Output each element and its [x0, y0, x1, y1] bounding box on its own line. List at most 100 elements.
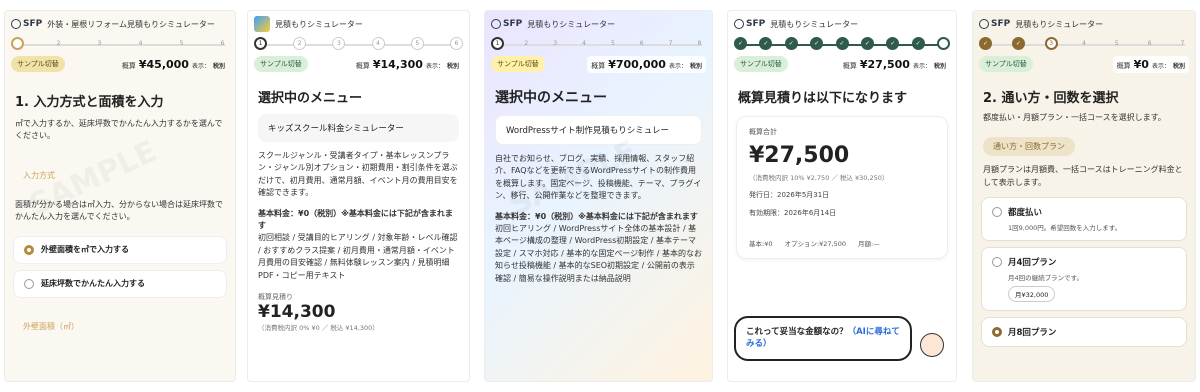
radio-icon[interactable] [992, 257, 1002, 268]
sample-switch-button[interactable]: サンプル切替 [254, 56, 308, 72]
step-progress: 1 2 3 4 5 6 7 8 [491, 37, 706, 53]
app-title: 見積もりシミュレーター [770, 19, 859, 29]
app-title: 見積もりシミュレーター [1015, 19, 1104, 29]
app-header: SFP 外装・屋根リフォーム見積もりシミュレーター [5, 11, 235, 37]
sample-switch-button[interactable]: サンプル切替 [11, 56, 65, 72]
radio-selected-icon[interactable] [24, 244, 34, 255]
app-title: 見積もりシミュレーター [275, 19, 363, 29]
step-5[interactable]: 5 [606, 37, 619, 50]
tax-breakdown: （消費税内訳 10% ¥2,750 ／ 税込 ¥30,250） [749, 174, 889, 182]
step-done-check-icon[interactable]: ✓ [911, 37, 925, 50]
sample-switch-button[interactable]: サンプル切替 [734, 56, 788, 72]
step-done-check-icon[interactable]: ✓ [810, 37, 824, 50]
sample-switch-button[interactable]: サンプル切替 [979, 56, 1033, 72]
step-1[interactable] [11, 37, 24, 50]
step-6[interactable]: 6 [1143, 37, 1156, 50]
step-done-check-icon[interactable]: ✓ [734, 37, 747, 50]
page-heading: 1. 入力方式と面積を入力 [15, 95, 164, 110]
step-2[interactable]: 2 [52, 37, 65, 50]
price-summary: 概算 ¥700,000 表示： 税別 [587, 55, 706, 73]
step-done-check-icon[interactable]: ✓ [860, 37, 874, 50]
step-done-check-icon[interactable]: ✓ [886, 37, 900, 50]
page-heading: 選択中のメニュー [258, 91, 363, 106]
plan-option-monthly-4[interactable]: 月4回プラン 月4回の継続プランです。 月¥32,000 [981, 247, 1187, 312]
step-progress: ✓ ✓ ✓ ✓ ✓ ✓ ✓ ✓ [734, 37, 950, 53]
radio-icon[interactable] [24, 278, 34, 289]
mascot-face-icon[interactable] [920, 333, 944, 357]
sfp-logo: SFP [491, 19, 522, 29]
price-summary: 概算 ¥27,500 表示： 税別 [838, 55, 950, 73]
sfp-logo: SFP [11, 19, 42, 29]
step-3[interactable]: 3 [1044, 37, 1058, 50]
step-progress: 2 3 4 5 6 [11, 37, 229, 53]
screenshot-panel-5: SFP 見積もりシミュレーター ✓ ✓ 3 4 5 6 7 サンプル切替 概算 ¥… [972, 10, 1196, 382]
step-4[interactable]: 4 [578, 37, 591, 50]
section-tag-input-method: 入力方式 [23, 170, 55, 180]
price-summary: 概算 ¥45,000 表示： 税別 [121, 57, 225, 71]
intro-text: 都度払い・月額プラン・一括コースを選択します。 [983, 113, 1166, 122]
step-8[interactable]: 8 [693, 37, 706, 50]
step-3[interactable]: 3 [93, 37, 106, 50]
step-done-check-icon[interactable]: ✓ [979, 37, 992, 50]
step-6[interactable]: 6 [635, 37, 648, 50]
step-4[interactable]: 4 [1077, 37, 1090, 50]
plan-option-per-visit[interactable]: 都度払い 1回9,000円。希望回数を入力します。 [981, 197, 1187, 242]
selected-menu-card: WordPressサイト制作見積もりシミュレー [495, 115, 702, 145]
step-5[interactable]: 5 [175, 37, 188, 50]
sfp-logo: SFP [734, 19, 765, 29]
estimate-result-card: 概算合計 ¥27,500 （消費税内訳 10% ¥2,750 ／ 税込 ¥30,… [736, 116, 948, 259]
selected-menu-card: キッズスクール料金シミュレーター [258, 114, 459, 142]
included-items: 初回相談 / 受講目的ヒアリング / 対象年齢・レベル確認 / おすすめクラス提… [258, 233, 458, 280]
base-price-text: 基本料金：¥0（税別）※基本料金には下記が含まれます [495, 211, 698, 221]
step-current[interactable] [937, 37, 950, 50]
sample-switch-button[interactable]: サンプル切替 [491, 56, 545, 72]
step-progress: ✓ ✓ 3 4 5 6 7 [979, 37, 1189, 53]
included-items: 初回ヒアリング / WordPressサイト全体の基本設計 / 基本ページ構成の… [495, 223, 702, 283]
ai-ask-bubble[interactable]: これって妥当な金額なの？（AIに尋ねてみる） [734, 315, 912, 361]
radio-icon[interactable] [992, 207, 1002, 218]
base-price-text: 基本料金：¥0（税別）※基本料金には下記が含まれます [258, 208, 453, 230]
step-2[interactable]: 2 [293, 37, 307, 50]
step-4[interactable]: 4 [371, 37, 385, 50]
step-2[interactable]: 2 [520, 37, 533, 50]
estimate-label: 概算見積り [258, 292, 293, 301]
step-3[interactable]: 3 [332, 37, 346, 50]
plan-option-monthly-8[interactable]: 月8回プラン [981, 317, 1187, 348]
tax-breakdown: （消費税内訳 0% ¥0 ／ 税込 ¥14,300） [258, 323, 379, 332]
step-6[interactable]: 6 [216, 37, 229, 50]
total-label: 概算合計 [749, 128, 777, 136]
section-tag-wall-area: 外壁面積（㎡） [23, 321, 79, 331]
screenshot-panel-1: SAMPLE SFP 外装・屋根リフォーム見積もりシミュレーター 2 3 4 5… [4, 10, 236, 382]
screenshot-panel-4: SFP 見積もりシミュレーター ✓ ✓ ✓ ✓ ✓ ✓ ✓ ✓ サンプル切替 概… [727, 10, 957, 382]
screenshot-panel-3: SAMPLE SFP 見積もりシミュレーター 1 2 3 4 5 6 7 8 サ… [484, 10, 713, 382]
step-5[interactable]: 5 [1110, 37, 1123, 50]
step-done-check-icon[interactable]: ✓ [1011, 37, 1025, 50]
expiry-date: 有効期限：2026年6月14日 [749, 209, 837, 217]
menu-description: スクールジャンル・受講者タイプ・基本レッスンプラン・ジャンル別オプション・初期費… [258, 151, 458, 198]
step-done-check-icon[interactable]: ✓ [835, 37, 849, 50]
page-heading: 2. 通い方・回数を選択 [983, 91, 1119, 106]
issue-date: 発行日：2026年5月31日 [749, 191, 830, 199]
app-header: SFP 見積もりシミュレーター [485, 11, 712, 37]
app-title: 見積もりシミュレーター [527, 19, 616, 29]
app-header: SFP 見積もりシミュレーター [973, 11, 1195, 37]
app-header: 見積もりシミュレーター [248, 11, 469, 37]
step-7[interactable]: 7 [1176, 37, 1189, 50]
price-summary: 概算 ¥14,300 表示： 税別 [351, 55, 463, 73]
app-title: 外装・屋根リフォーム見積もりシミュレーター [47, 19, 215, 29]
step-1[interactable]: 1 [491, 37, 504, 50]
radio-selected-icon[interactable] [992, 327, 1002, 338]
option-tsubo-input[interactable]: 延床坪数でかんたん入力する [13, 269, 227, 298]
step-done-check-icon[interactable]: ✓ [759, 37, 773, 50]
step-progress: 1 2 3 4 5 6 [254, 37, 463, 53]
step-5[interactable]: 5 [410, 37, 424, 50]
step-done-check-icon[interactable]: ✓ [784, 37, 798, 50]
step-6[interactable]: 6 [449, 37, 463, 50]
step-7[interactable]: 7 [664, 37, 677, 50]
step-3[interactable]: 3 [549, 37, 562, 50]
estimate-total: ¥14,300 [258, 301, 336, 322]
option-sqm-input[interactable]: 外壁面積を㎡で入力する [13, 235, 227, 264]
step-4[interactable]: 4 [134, 37, 147, 50]
kids-school-logo-icon [254, 16, 270, 32]
step-1[interactable]: 1 [254, 37, 267, 50]
